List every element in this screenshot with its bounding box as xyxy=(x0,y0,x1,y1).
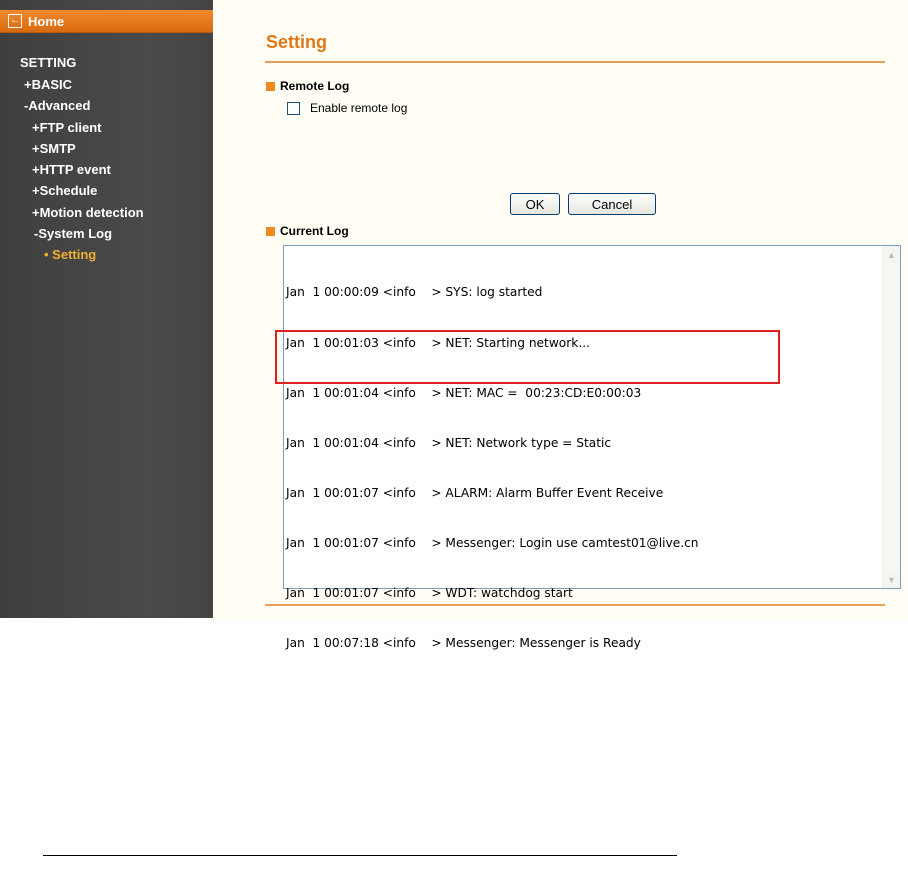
nav-item-ftp-client[interactable]: +FTP client xyxy=(32,120,101,135)
nav-item-advanced[interactable]: -Advanced xyxy=(24,98,90,113)
back-arrow-icon: ← xyxy=(8,14,22,28)
nav-item-http-event[interactable]: +HTTP event xyxy=(32,162,111,177)
title-divider xyxy=(265,61,885,63)
scroll-down-icon[interactable]: ▼ xyxy=(883,571,900,588)
current-log-heading-text: Current Log xyxy=(280,224,349,238)
enable-remote-log-row: Enable remote log xyxy=(287,101,407,115)
nav-item-motion-detection[interactable]: +Motion detection xyxy=(32,205,144,220)
nav-item-smtp[interactable]: +SMTP xyxy=(32,141,76,156)
log-line: Jan 1 00:01:07 <info > WDT: watchdog sta… xyxy=(286,586,573,601)
remote-log-heading: Remote Log xyxy=(266,79,349,93)
home-button[interactable]: ← Home xyxy=(0,10,213,33)
home-label: Home xyxy=(28,13,65,29)
bottom-divider xyxy=(265,604,885,606)
page-title: Setting xyxy=(266,32,327,52)
log-line: Jan 1 00:00:09 <info > SYS: log started xyxy=(286,285,543,300)
ok-button[interactable]: OK xyxy=(510,193,560,215)
cancel-button[interactable]: Cancel xyxy=(568,193,656,215)
log-line: Jan 1 00:01:04 <info > NET: Network type… xyxy=(286,435,612,450)
log-line: Jan 1 00:01:07 <info > Messenger: Login … xyxy=(286,535,699,550)
nav-item-system-log[interactable]: -System Log xyxy=(34,226,112,241)
section-bullet-icon xyxy=(266,226,275,236)
sidebar: ← Home SETTING +BASIC -Advanced +FTP cli… xyxy=(0,0,213,618)
current-log-heading: Current Log xyxy=(266,224,349,238)
main-panel: Setting Remote Log Enable remote log OK … xyxy=(213,0,908,650)
log-line: Jan 1 00:01:07 <info > ALARM: Alarm Buff… xyxy=(286,485,664,500)
footer-rule xyxy=(43,855,677,856)
highlight-annotation xyxy=(275,330,780,384)
scroll-up-icon[interactable]: ▲ xyxy=(883,246,900,263)
log-line: Jan 1 00:07:18 <info > Messenger: Messen… xyxy=(286,636,641,651)
section-bullet-icon xyxy=(266,81,275,91)
log-lines: Jan 1 00:00:09 <info > SYS: log started … xyxy=(286,251,699,685)
current-log-textarea[interactable]: Jan 1 00:00:09 <info > SYS: log started … xyxy=(283,245,901,650)
enable-remote-log-checkbox[interactable] xyxy=(287,101,300,115)
nav-item-schedule[interactable]: +Schedule xyxy=(32,183,97,198)
nav-item-basic[interactable]: +BASIC xyxy=(24,77,72,92)
nav-item-setting-active[interactable]: • Setting xyxy=(44,247,96,262)
log-scrollbar[interactable]: ▲ ▼ xyxy=(882,246,900,588)
log-line: Jan 1 00:01:04 <info > NET: MAC = 00:23:… xyxy=(286,385,642,400)
enable-remote-log-label: Enable remote log xyxy=(310,101,408,115)
remote-log-heading-text: Remote Log xyxy=(280,79,350,93)
nav-heading-setting: SETTING xyxy=(20,55,77,70)
